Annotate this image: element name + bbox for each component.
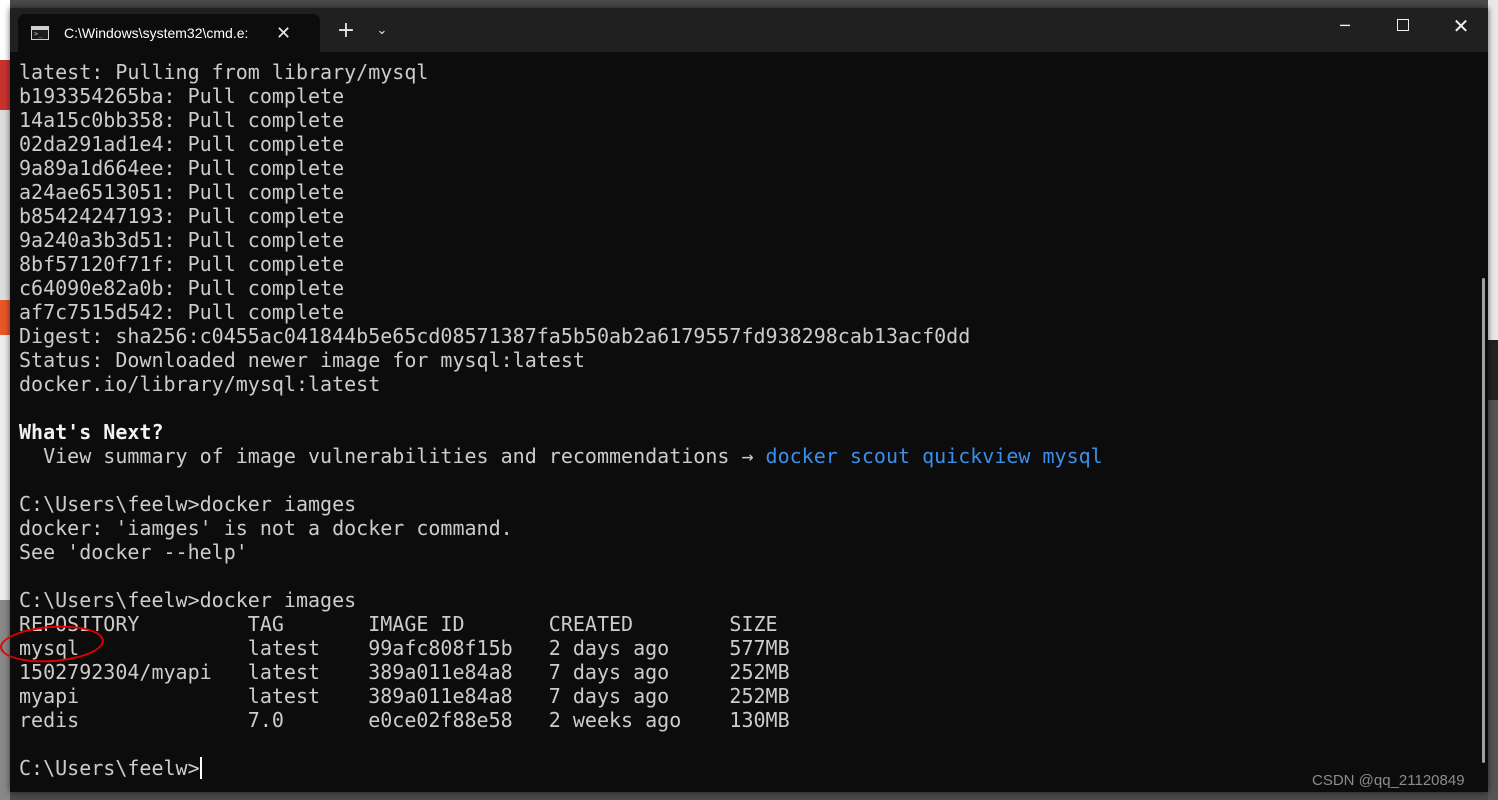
terminal-line: latest: Pulling from library/mysql — [19, 60, 1476, 84]
title-bar: >_ C:\Windows\system32\cmd.e: ✕ + ⌄ ─ ✕ — [10, 8, 1488, 52]
terminal-line: b193354265ba: Pull complete — [19, 84, 1476, 108]
terminal-line: af7c7515d542: Pull complete — [19, 300, 1476, 324]
terminal-line-text: a24ae6513051: Pull complete — [19, 180, 345, 204]
terminal-line: b85424247193: Pull complete — [19, 204, 1476, 228]
terminal-line-text: af7c7515d542: Pull complete — [19, 300, 345, 324]
close-tab-icon[interactable]: ✕ — [276, 23, 291, 44]
terminal-line: REPOSITORY TAG IMAGE ID CREATED SIZE — [19, 612, 1476, 636]
terminal-line-text: See 'docker --help' — [19, 540, 248, 564]
terminal-line-text: Digest: sha256:c0455ac041844b5e65cd08571… — [19, 324, 971, 348]
terminal-line-text: b193354265ba: Pull complete — [19, 84, 345, 108]
terminal-line-text: latest: Pulling from library/mysql — [19, 60, 429, 84]
terminal-line-text: docker: 'iamges' is not a docker command… — [19, 516, 513, 540]
terminal-line: C:\Users\feelw>docker iamges — [19, 492, 1476, 516]
terminal-line: 8bf57120f71f: Pull complete — [19, 252, 1476, 276]
terminal-line-text: View summary of image vulnerabilities an… — [19, 444, 766, 468]
scrollbar[interactable] — [1482, 278, 1485, 763]
terminal-line: docker.io/library/mysql:latest — [19, 372, 1476, 396]
terminal-line-text: b85424247193: Pull complete — [19, 204, 345, 228]
tab-cmd[interactable]: >_ C:\Windows\system32\cmd.e: ✕ — [18, 14, 320, 52]
maximize-button[interactable] — [1374, 8, 1432, 44]
cmd-icon: >_ — [31, 26, 49, 40]
terminal-line: C:\Users\feelw>docker images — [19, 588, 1476, 612]
terminal-line: Status: Downloaded newer image for mysql… — [19, 348, 1476, 372]
terminal-line: C:\Users\feelw> — [19, 756, 1476, 780]
chevron-down-icon[interactable]: ⌄ — [370, 20, 394, 42]
terminal-line-text: 02da291ad1e4: Pull complete — [19, 132, 345, 156]
close-window-button[interactable]: ✕ — [1432, 8, 1490, 44]
terminal-line-text: C:\Users\feelw> — [19, 756, 200, 780]
watermark: CSDN @qq_21120849 — [1312, 772, 1465, 789]
minimize-button[interactable]: ─ — [1316, 8, 1374, 44]
terminal-line: Digest: sha256:c0455ac041844b5e65cd08571… — [19, 324, 1476, 348]
terminal-line-text: What's Next? — [19, 420, 164, 444]
tab-title: C:\Windows\system32\cmd.e: — [64, 25, 249, 41]
command-link[interactable]: docker scout quickview mysql — [766, 444, 1103, 468]
terminal-line: redis 7.0 e0ce02f88e58 2 weeks ago 130MB — [19, 708, 1476, 732]
terminal-line-text: mysql latest 99afc808f15b 2 days ago 577… — [19, 636, 790, 660]
terminal-line: myapi latest 389a011e84a8 7 days ago 252… — [19, 684, 1476, 708]
terminal-line: See 'docker --help' — [19, 540, 1476, 564]
terminal-line-text: 14a15c0bb358: Pull complete — [19, 108, 345, 132]
terminal-line: What's Next? — [19, 420, 1476, 444]
maximize-icon — [1397, 19, 1409, 31]
terminal-line-text: c64090e82a0b: Pull complete — [19, 276, 345, 300]
terminal-line: docker: 'iamges' is not a docker command… — [19, 516, 1476, 540]
text-cursor — [199, 757, 202, 779]
terminal-line: 14a15c0bb358: Pull complete — [19, 108, 1476, 132]
terminal-line-text: Status: Downloaded newer image for mysql… — [19, 348, 585, 372]
terminal-line-text: 8bf57120f71f: Pull complete — [19, 252, 345, 276]
terminal-line: 02da291ad1e4: Pull complete — [19, 132, 1476, 156]
terminal-output[interactable]: latest: Pulling from library/mysql b19335… — [10, 52, 1476, 792]
terminal-line: 9a240a3b3d51: Pull complete — [19, 228, 1476, 252]
terminal-line: 9a89a1d664ee: Pull complete — [19, 156, 1476, 180]
terminal-line: a24ae6513051: Pull complete — [19, 180, 1476, 204]
terminal-line-text: C:\Users\feelw>docker iamges — [19, 492, 357, 516]
terminal-line: c64090e82a0b: Pull complete — [19, 276, 1476, 300]
terminal-line: View summary of image vulnerabilities an… — [19, 444, 1476, 468]
terminal-line-text: REPOSITORY TAG IMAGE ID CREATED SIZE — [19, 612, 778, 636]
terminal-line-text: 1502792304/myapi latest 389a011e84a8 7 d… — [19, 660, 790, 684]
terminal-line-text: 9a240a3b3d51: Pull complete — [19, 228, 345, 252]
terminal-line: mysql latest 99afc808f15b 2 days ago 577… — [19, 636, 1476, 660]
terminal-line-text: 9a89a1d664ee: Pull complete — [19, 156, 345, 180]
terminal-line-text: docker.io/library/mysql:latest — [19, 372, 381, 396]
new-tab-button[interactable]: + — [334, 18, 358, 44]
desktop-background-left — [0, 0, 10, 800]
terminal-line-text: C:\Users\feelw>docker images — [19, 588, 357, 612]
terminal-line-text: redis 7.0 e0ce02f88e58 2 weeks ago 130MB — [19, 708, 790, 732]
terminal-line-text: myapi latest 389a011e84a8 7 days ago 252… — [19, 684, 790, 708]
desktop-background-right — [1488, 0, 1498, 800]
terminal-line: 1502792304/myapi latest 389a011e84a8 7 d… — [19, 660, 1476, 684]
terminal-window: >_ C:\Windows\system32\cmd.e: ✕ + ⌄ ─ ✕ … — [10, 8, 1488, 792]
